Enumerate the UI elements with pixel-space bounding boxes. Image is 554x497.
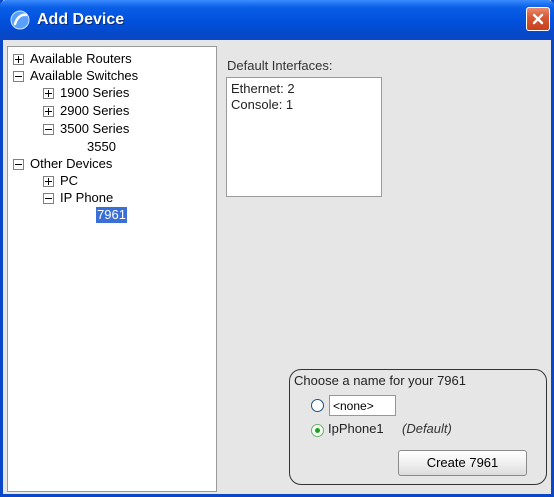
tree-item-label: 3500 Series xyxy=(60,121,130,136)
tree-item-label: Available Routers xyxy=(30,51,132,66)
tree-item-ip-phone[interactable]: IP Phone xyxy=(43,189,113,207)
default-name-radio[interactable] xyxy=(311,424,324,437)
interface-line: Ethernet: 2 xyxy=(231,81,295,96)
tree-item-available-switches[interactable]: Available Switches xyxy=(13,67,138,85)
device-tree[interactable]: Available Routers Available Switches 190… xyxy=(7,46,217,492)
default-name-label: IpPhone1 xyxy=(328,421,384,436)
tree-item-3500-series[interactable]: 3500 Series xyxy=(43,120,129,138)
tree-item-1900-series[interactable]: 1900 Series xyxy=(43,84,129,102)
expand-icon[interactable] xyxy=(43,105,54,117)
tree-item-label: 1900 Series xyxy=(60,85,130,100)
collapse-icon[interactable] xyxy=(13,70,24,82)
tree-item-label: Other Devices xyxy=(30,156,113,171)
create-device-button[interactable]: Create 7961 xyxy=(398,450,527,476)
default-tag-label: (Default) xyxy=(402,421,452,436)
tree-item-label: Available Switches xyxy=(30,68,139,83)
close-x-icon xyxy=(532,13,544,25)
selected-tree-item-label: 7961 xyxy=(96,207,127,223)
app-swirl-icon xyxy=(9,9,31,31)
custom-name-radio[interactable] xyxy=(311,399,324,412)
close-button[interactable] xyxy=(526,7,550,31)
custom-name-input[interactable] xyxy=(329,395,396,416)
window-title: Add Device xyxy=(37,11,125,28)
expand-icon[interactable] xyxy=(43,175,54,187)
dialog-body: Available Routers Available Switches 190… xyxy=(3,40,551,494)
name-group-legend: Choose a name for your 7961 xyxy=(294,373,466,388)
default-interfaces-list: Ethernet: 2 Console: 1 xyxy=(226,77,382,197)
default-interfaces-label: Default Interfaces: xyxy=(227,58,333,73)
collapse-icon[interactable] xyxy=(13,158,24,170)
device-name-group: Choose a name for your 7961 IpPhone1 (De… xyxy=(289,369,547,485)
expand-icon[interactable] xyxy=(13,53,24,65)
tree-item-2900-series[interactable]: 2900 Series xyxy=(43,102,129,120)
tree-item-7961[interactable]: 7961 xyxy=(96,206,127,224)
tree-item-label: IP Phone xyxy=(60,190,114,205)
interface-line: Console: 1 xyxy=(231,97,294,112)
tree-item-label: PC xyxy=(60,173,79,188)
add-device-window: Add Device Available Routers Available S… xyxy=(0,0,554,497)
collapse-icon[interactable] xyxy=(43,192,54,204)
tree-item-label: 2900 Series xyxy=(60,103,130,118)
tree-item-3550[interactable]: 3550 xyxy=(87,138,116,156)
title-bar[interactable]: Add Device xyxy=(0,0,554,40)
tree-item-other-devices[interactable]: Other Devices xyxy=(13,155,112,173)
tree-item-available-routers[interactable]: Available Routers xyxy=(13,50,132,68)
tree-item-label: 3550 xyxy=(87,139,116,154)
expand-icon[interactable] xyxy=(43,87,54,99)
collapse-icon[interactable] xyxy=(43,123,54,135)
tree-item-pc[interactable]: PC xyxy=(43,172,78,190)
